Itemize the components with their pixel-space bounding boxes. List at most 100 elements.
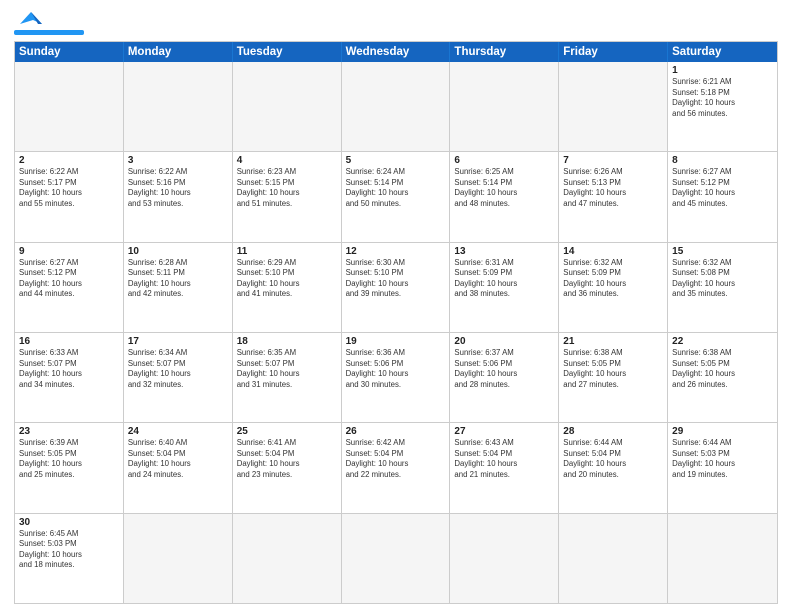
calendar-cell (559, 62, 668, 151)
day-number: 12 (346, 246, 446, 257)
calendar-cell: 30Sunrise: 6:45 AM Sunset: 5:03 PM Dayli… (15, 514, 124, 603)
header (14, 10, 778, 35)
day-number: 22 (672, 336, 773, 347)
cell-info: Sunrise: 6:33 AM Sunset: 5:07 PM Dayligh… (19, 348, 119, 390)
calendar-row-1: 2Sunrise: 6:22 AM Sunset: 5:17 PM Daylig… (15, 151, 777, 241)
day-number: 9 (19, 246, 119, 257)
cell-info: Sunrise: 6:40 AM Sunset: 5:04 PM Dayligh… (128, 438, 228, 480)
calendar-cell: 4Sunrise: 6:23 AM Sunset: 5:15 PM Daylig… (233, 152, 342, 241)
page: SundayMondayTuesdayWednesdayThursdayFrid… (0, 0, 792, 612)
day-number: 5 (346, 155, 446, 166)
calendar-cell: 14Sunrise: 6:32 AM Sunset: 5:09 PM Dayli… (559, 243, 668, 332)
header-day-tuesday: Tuesday (233, 42, 342, 62)
day-number: 25 (237, 426, 337, 437)
day-number: 29 (672, 426, 773, 437)
calendar-cell: 11Sunrise: 6:29 AM Sunset: 5:10 PM Dayli… (233, 243, 342, 332)
cell-info: Sunrise: 6:27 AM Sunset: 5:12 PM Dayligh… (19, 258, 119, 300)
cell-info: Sunrise: 6:27 AM Sunset: 5:12 PM Dayligh… (672, 167, 773, 209)
calendar-cell: 27Sunrise: 6:43 AM Sunset: 5:04 PM Dayli… (450, 423, 559, 512)
cell-info: Sunrise: 6:21 AM Sunset: 5:18 PM Dayligh… (672, 77, 773, 119)
cell-info: Sunrise: 6:45 AM Sunset: 5:03 PM Dayligh… (19, 529, 119, 571)
cell-info: Sunrise: 6:31 AM Sunset: 5:09 PM Dayligh… (454, 258, 554, 300)
calendar-cell: 23Sunrise: 6:39 AM Sunset: 5:05 PM Dayli… (15, 423, 124, 512)
day-number: 30 (19, 517, 119, 528)
calendar-cell (450, 514, 559, 603)
calendar-cell: 29Sunrise: 6:44 AM Sunset: 5:03 PM Dayli… (668, 423, 777, 512)
calendar-cell (233, 514, 342, 603)
day-number: 17 (128, 336, 228, 347)
day-number: 4 (237, 155, 337, 166)
cell-info: Sunrise: 6:24 AM Sunset: 5:14 PM Dayligh… (346, 167, 446, 209)
calendar-cell: 12Sunrise: 6:30 AM Sunset: 5:10 PM Dayli… (342, 243, 451, 332)
day-number: 13 (454, 246, 554, 257)
calendar-cell: 26Sunrise: 6:42 AM Sunset: 5:04 PM Dayli… (342, 423, 451, 512)
calendar-cell: 17Sunrise: 6:34 AM Sunset: 5:07 PM Dayli… (124, 333, 233, 422)
cell-info: Sunrise: 6:34 AM Sunset: 5:07 PM Dayligh… (128, 348, 228, 390)
day-number: 11 (237, 246, 337, 257)
day-number: 10 (128, 246, 228, 257)
day-number: 14 (563, 246, 663, 257)
calendar-cell: 28Sunrise: 6:44 AM Sunset: 5:04 PM Dayli… (559, 423, 668, 512)
cell-info: Sunrise: 6:43 AM Sunset: 5:04 PM Dayligh… (454, 438, 554, 480)
calendar-cell: 5Sunrise: 6:24 AM Sunset: 5:14 PM Daylig… (342, 152, 451, 241)
calendar-row-5: 30Sunrise: 6:45 AM Sunset: 5:03 PM Dayli… (15, 513, 777, 603)
day-number: 26 (346, 426, 446, 437)
calendar-cell (233, 62, 342, 151)
day-number: 27 (454, 426, 554, 437)
day-number: 24 (128, 426, 228, 437)
cell-info: Sunrise: 6:38 AM Sunset: 5:05 PM Dayligh… (672, 348, 773, 390)
calendar-row-2: 9Sunrise: 6:27 AM Sunset: 5:12 PM Daylig… (15, 242, 777, 332)
day-number: 19 (346, 336, 446, 347)
calendar-cell (450, 62, 559, 151)
cell-info: Sunrise: 6:36 AM Sunset: 5:06 PM Dayligh… (346, 348, 446, 390)
calendar-cell: 22Sunrise: 6:38 AM Sunset: 5:05 PM Dayli… (668, 333, 777, 422)
day-number: 21 (563, 336, 663, 347)
cell-info: Sunrise: 6:25 AM Sunset: 5:14 PM Dayligh… (454, 167, 554, 209)
day-number: 28 (563, 426, 663, 437)
header-day-thursday: Thursday (450, 42, 559, 62)
cell-info: Sunrise: 6:32 AM Sunset: 5:08 PM Dayligh… (672, 258, 773, 300)
day-number: 16 (19, 336, 119, 347)
calendar-cell: 19Sunrise: 6:36 AM Sunset: 5:06 PM Dayli… (342, 333, 451, 422)
cell-info: Sunrise: 6:28 AM Sunset: 5:11 PM Dayligh… (128, 258, 228, 300)
logo-bar (14, 30, 84, 35)
cell-info: Sunrise: 6:29 AM Sunset: 5:10 PM Dayligh… (237, 258, 337, 300)
cell-info: Sunrise: 6:30 AM Sunset: 5:10 PM Dayligh… (346, 258, 446, 300)
calendar-row-0: 1Sunrise: 6:21 AM Sunset: 5:18 PM Daylig… (15, 62, 777, 151)
cell-info: Sunrise: 6:26 AM Sunset: 5:13 PM Dayligh… (563, 167, 663, 209)
cell-info: Sunrise: 6:44 AM Sunset: 5:03 PM Dayligh… (672, 438, 773, 480)
day-number: 2 (19, 155, 119, 166)
calendar-cell (124, 514, 233, 603)
calendar-cell: 24Sunrise: 6:40 AM Sunset: 5:04 PM Dayli… (124, 423, 233, 512)
calendar-cell (342, 514, 451, 603)
day-number: 20 (454, 336, 554, 347)
day-number: 18 (237, 336, 337, 347)
calendar-cell: 6Sunrise: 6:25 AM Sunset: 5:14 PM Daylig… (450, 152, 559, 241)
logo-icon (20, 10, 42, 28)
header-day-saturday: Saturday (668, 42, 777, 62)
header-day-monday: Monday (124, 42, 233, 62)
day-number: 7 (563, 155, 663, 166)
calendar-cell (342, 62, 451, 151)
cell-info: Sunrise: 6:42 AM Sunset: 5:04 PM Dayligh… (346, 438, 446, 480)
calendar-cell: 7Sunrise: 6:26 AM Sunset: 5:13 PM Daylig… (559, 152, 668, 241)
cell-info: Sunrise: 6:32 AM Sunset: 5:09 PM Dayligh… (563, 258, 663, 300)
cell-info: Sunrise: 6:38 AM Sunset: 5:05 PM Dayligh… (563, 348, 663, 390)
cell-info: Sunrise: 6:22 AM Sunset: 5:16 PM Dayligh… (128, 167, 228, 209)
calendar-cell (124, 62, 233, 151)
header-day-friday: Friday (559, 42, 668, 62)
cell-info: Sunrise: 6:35 AM Sunset: 5:07 PM Dayligh… (237, 348, 337, 390)
logo (14, 10, 84, 35)
calendar-cell: 10Sunrise: 6:28 AM Sunset: 5:11 PM Dayli… (124, 243, 233, 332)
calendar-row-3: 16Sunrise: 6:33 AM Sunset: 5:07 PM Dayli… (15, 332, 777, 422)
calendar-cell: 20Sunrise: 6:37 AM Sunset: 5:06 PM Dayli… (450, 333, 559, 422)
header-day-sunday: Sunday (15, 42, 124, 62)
calendar-cell: 13Sunrise: 6:31 AM Sunset: 5:09 PM Dayli… (450, 243, 559, 332)
header-day-wednesday: Wednesday (342, 42, 451, 62)
calendar-cell: 25Sunrise: 6:41 AM Sunset: 5:04 PM Dayli… (233, 423, 342, 512)
cell-info: Sunrise: 6:23 AM Sunset: 5:15 PM Dayligh… (237, 167, 337, 209)
calendar-cell: 1Sunrise: 6:21 AM Sunset: 5:18 PM Daylig… (668, 62, 777, 151)
calendar-cell: 3Sunrise: 6:22 AM Sunset: 5:16 PM Daylig… (124, 152, 233, 241)
cell-info: Sunrise: 6:39 AM Sunset: 5:05 PM Dayligh… (19, 438, 119, 480)
day-number: 8 (672, 155, 773, 166)
